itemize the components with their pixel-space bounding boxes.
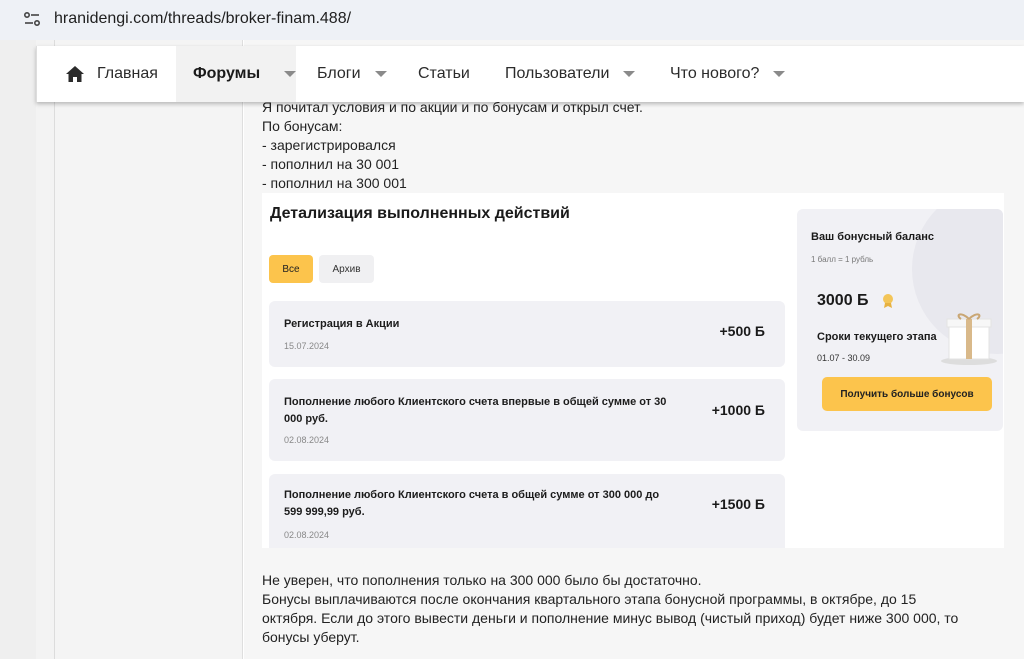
filter-all-button: Все: [269, 255, 313, 283]
browser-address-bar: hranidengi.com/threads/broker-finam.488/: [0, 0, 1024, 40]
nav-forums-label: Форумы: [193, 65, 261, 82]
left-gutter: [0, 40, 36, 659]
action-date: 02.08.2024: [284, 530, 330, 540]
action-date: 15.07.2024: [284, 341, 330, 351]
post-line: Не уверен, что пополнения только на 300 …: [262, 572, 702, 588]
nav-home[interactable]: Главная: [65, 46, 158, 102]
url-text[interactable]: hranidengi.com/threads/broker-finam.488/: [54, 10, 351, 28]
term-label: Сроки текущего этапа: [817, 331, 937, 343]
filter-archive-button: Архив: [319, 255, 374, 283]
action-card: Регистрация в Акции 15.07.2024 +500 Б: [269, 301, 785, 367]
post-line: Бонусы выплачиваются после окончания ква…: [262, 591, 917, 607]
chevron-down-icon[interactable]: [773, 71, 786, 77]
get-more-bonuses-button: Получить больше бонусов: [822, 377, 992, 411]
post-author-column: [55, 40, 243, 659]
post-line: - зарегистрировался: [262, 137, 396, 153]
gift-icon: [941, 313, 997, 365]
nav-users[interactable]: Пользователи: [505, 46, 636, 102]
nav-forums-dropdown[interactable]: [270, 46, 296, 102]
nav-whats-new[interactable]: Что нового?: [670, 46, 786, 102]
embedded-screenshot[interactable]: Детализация выполненных действий Все Арх…: [262, 193, 1004, 548]
action-points: +1000 Б: [711, 402, 765, 418]
nav-home-label: Главная: [97, 65, 158, 82]
action-title: Пополнение любого Клиентского счета впер…: [284, 396, 667, 425]
chevron-down-icon[interactable]: [374, 71, 387, 77]
post-line: По бонусам:: [262, 118, 343, 134]
balance-title: Ваш бонусный баланс: [811, 231, 935, 243]
main-navigation: Главная Форумы Блоги Статьи Пользователи…: [36, 46, 1024, 102]
term-dates: 01.07 - 30.09: [817, 353, 871, 363]
nav-users-label: Пользователи: [505, 65, 610, 82]
site-info-icon[interactable]: [22, 9, 42, 29]
post-line: - пополнил на 300 001: [262, 175, 407, 191]
balance-rate: 1 балл = 1 рубль: [811, 255, 874, 264]
post-line: - пополнил на 30 001: [262, 156, 399, 172]
nav-articles[interactable]: Статьи: [418, 46, 470, 102]
action-title: Регистрация в Акции: [284, 318, 400, 330]
post-line: бонусы уберут.: [262, 629, 360, 645]
action-points: +1500 Б: [711, 496, 765, 512]
chevron-down-icon: [284, 71, 296, 77]
screenshot-title: Детализация выполненных действий: [270, 205, 570, 222]
action-points: +500 Б: [719, 323, 766, 339]
home-icon: [66, 66, 84, 82]
action-card: Пополнение любого Клиентского счета впер…: [269, 379, 785, 461]
chevron-down-icon[interactable]: [623, 71, 636, 77]
nav-articles-label: Статьи: [418, 65, 470, 82]
nav-whats-new-label: Что нового?: [670, 65, 760, 82]
bonus-balance-panel: Ваш бонусный баланс 1 балл = 1 рубль 300…: [797, 209, 1003, 431]
action-title: Пополнение любого Клиентского счета в об…: [284, 489, 660, 518]
nav-blogs-label: Блоги: [317, 65, 361, 82]
balance-amount: 3000 Б: [817, 292, 869, 309]
action-date: 02.08.2024: [284, 435, 330, 445]
medal-icon: [883, 294, 893, 308]
post-line: октября. Если до этого вывести деньги и …: [262, 610, 959, 626]
nav-blogs[interactable]: Блоги: [317, 46, 387, 102]
action-card: Пополнение любого Клиентского счета в об…: [269, 474, 785, 548]
